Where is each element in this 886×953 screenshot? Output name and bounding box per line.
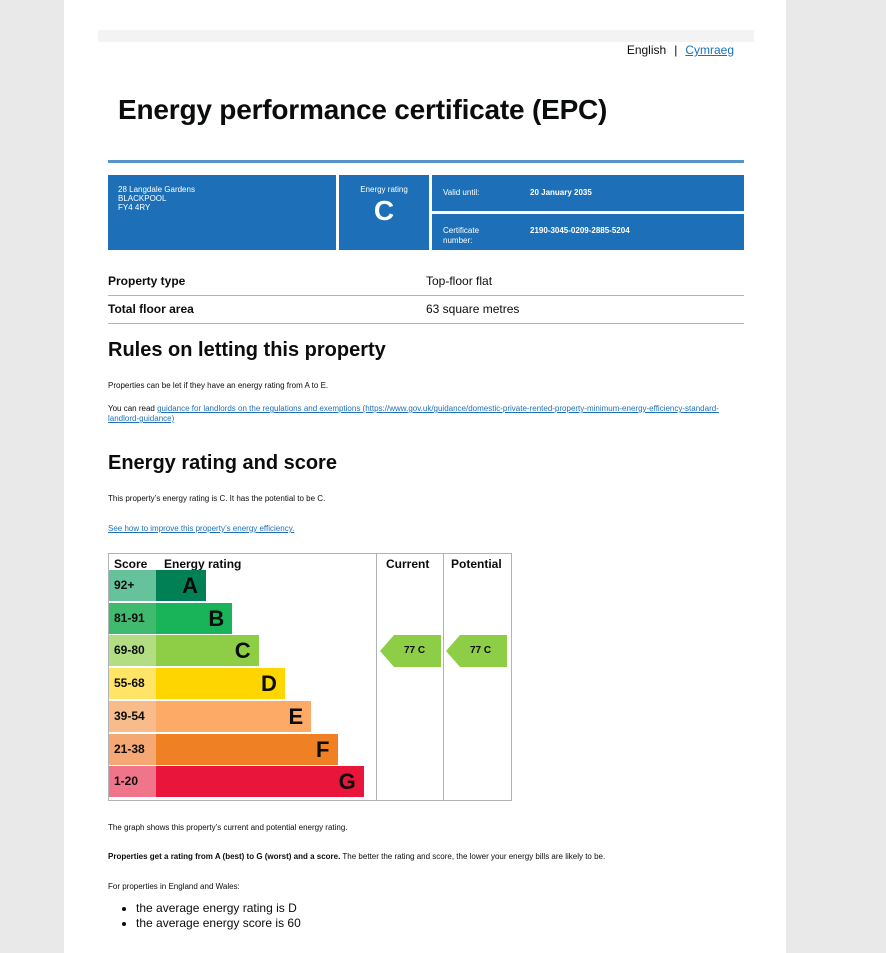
- band-row-c: 69-80 C: [109, 635, 376, 667]
- language-divider: |: [674, 43, 678, 57]
- band-score-d: 55-68: [109, 668, 156, 700]
- band-score-f: 21-38: [109, 733, 156, 765]
- energy-heading: Energy rating and score: [108, 452, 337, 474]
- floor-area-value: 63 square metres: [426, 302, 520, 316]
- language-current: English: [626, 43, 667, 57]
- certificate-label-2: number:: [443, 236, 473, 245]
- band-row-f: 21-38 F: [109, 733, 376, 765]
- property-type-value: Top-floor flat: [426, 274, 493, 288]
- rules-guidance-prefix: You can read: [108, 404, 158, 413]
- landlord-guidance-link[interactable]: guidance for landlords on the regulation…: [108, 404, 719, 423]
- valid-until-label: Valid until:: [443, 188, 480, 197]
- band-bar-b: B: [156, 602, 233, 634]
- property-type-label: Property type: [108, 274, 186, 288]
- valid-until-box: Valid until: 20 January 2035: [432, 175, 744, 211]
- epc-rating-chart: Score Energy rating Current Potential 92…: [108, 553, 512, 801]
- energy-rating-text: This property’s energy rating is C. It h…: [108, 494, 326, 503]
- floor-area-row: Total floor area 63 square metres: [108, 295, 744, 324]
- rules-text: Properties can be let if they have an en…: [108, 381, 329, 390]
- chart-divider-potential: [443, 554, 444, 800]
- header-current: Current: [386, 557, 430, 571]
- band-score-g: 1-20: [109, 766, 156, 798]
- certificate-number-value: 2190-3045-0209-2885-5204: [530, 226, 630, 235]
- band-row-d: 55-68 D: [109, 668, 376, 700]
- rules-guidance: You can read guidance for landlords on t…: [108, 404, 738, 424]
- page-title: Energy performance certificate (EPC): [118, 94, 608, 125]
- band-score-e: 39-54: [109, 700, 156, 732]
- title-rule: [108, 160, 744, 163]
- improve-efficiency-link[interactable]: See how to improve this property’s energ…: [108, 524, 294, 533]
- potential-rating-label: 77 C: [469, 645, 492, 657]
- potential-rating-marker: 77 C: [446, 635, 507, 667]
- address-line-2: BLACKPOOL: [118, 194, 167, 203]
- floor-area-label: Total floor area: [108, 302, 194, 316]
- energy-rating-value: C: [373, 195, 395, 226]
- averages-list: the average energy rating is D the avera…: [122, 901, 301, 931]
- language-switcher: English | Cymraeg: [627, 43, 734, 57]
- band-row-g: 1-20 G: [109, 766, 376, 798]
- chart-divider-current: [376, 554, 377, 800]
- certificate-number-box: Certificate number: 2190-3045-0209-2885-…: [432, 214, 744, 250]
- rules-heading: Rules on letting this property: [108, 339, 386, 361]
- valid-until-value: 20 January 2035: [530, 188, 592, 197]
- rating-note: Properties get a rating from A (best) to…: [108, 852, 738, 862]
- band-row-b: 81-91 B: [109, 602, 376, 634]
- graph-caption: The graph shows this property’s current …: [108, 823, 348, 832]
- band-bar-g: G: [156, 766, 364, 798]
- energy-rating-box: Energy rating C: [339, 175, 429, 250]
- average-rating-item: the average energy rating is D: [136, 901, 301, 916]
- address-box: 28 Langdale Gardens BLACKPOOL FY4 4RY: [108, 175, 336, 250]
- rating-note-bold: Properties get a rating from A (best) to…: [108, 852, 341, 861]
- band-score-b: 81-91: [109, 602, 156, 634]
- header-score: Score: [114, 557, 148, 571]
- certificate-label-1: Certificate: [443, 226, 480, 235]
- property-type-row: Property type Top-floor flat: [108, 267, 744, 296]
- improve-link-wrapper: See how to improve this property’s energ…: [108, 524, 738, 534]
- address-line-3: FY4 4RY: [118, 203, 151, 212]
- average-score-item: the average energy score is 60: [136, 916, 301, 931]
- band-row-e: 39-54 E: [109, 700, 376, 732]
- certificate-page: English | Cymraeg Energy performance certi…: [64, 0, 786, 953]
- current-rating-label: 77 C: [403, 645, 426, 657]
- address-line-1: 28 Langdale Gardens: [118, 185, 195, 194]
- band-bar-d: D: [156, 668, 285, 700]
- header-energy-rating: Energy rating: [164, 557, 242, 571]
- band-score-a: 92+: [109, 570, 156, 601]
- band-bar-f: F: [156, 733, 338, 765]
- rating-note-rest: The better the rating and score, the low…: [340, 852, 606, 861]
- current-rating-marker: 77 C: [380, 635, 441, 667]
- header-potential: Potential: [451, 557, 502, 571]
- band-row-a: 92+ A: [109, 570, 376, 601]
- energy-rating-label: Energy rating: [360, 185, 408, 194]
- band-bar-e: E: [156, 700, 312, 732]
- band-score-c: 69-80: [109, 635, 156, 667]
- top-strip: [98, 30, 754, 42]
- language-link-cymraeg[interactable]: Cymraeg: [685, 43, 734, 57]
- band-bar-a: A: [156, 570, 206, 601]
- england-wales-text: For properties in England and Wales:: [108, 882, 240, 891]
- band-bar-c: C: [156, 635, 259, 667]
